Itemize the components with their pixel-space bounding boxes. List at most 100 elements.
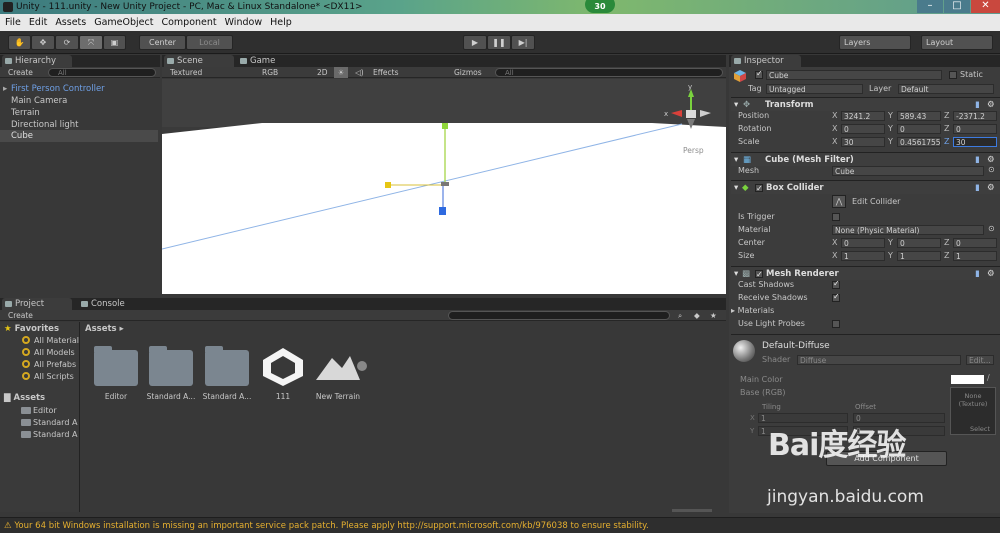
- hierarchy-search-input[interactable]: All: [48, 68, 156, 77]
- tree-folder[interactable]: Standard A: [14, 429, 77, 441]
- favorites-item[interactable]: All Models: [22, 347, 75, 359]
- settings-gear-icon[interactable]: ⚙: [987, 98, 995, 112]
- shading-mode-dropdown[interactable]: Textured: [170, 67, 202, 78]
- menu-help[interactable]: Help: [265, 14, 295, 31]
- close-button[interactable]: ✕: [971, 0, 1000, 13]
- persp-label[interactable]: Persp: [683, 146, 704, 155]
- settings-gear-icon[interactable]: ⚙: [987, 181, 995, 195]
- menu-file[interactable]: File: [0, 14, 24, 31]
- layer-dropdown[interactable]: Default: [898, 84, 994, 94]
- position-z-field[interactable]: -2371.2: [953, 111, 997, 121]
- eyedropper-icon[interactable]: ∕: [987, 373, 990, 382]
- filter-type-icon[interactable]: ⌕: [678, 310, 682, 321]
- scene-viewport[interactable]: y x Persp: [162, 79, 726, 294]
- favorites-item[interactable]: All Material: [22, 335, 79, 347]
- maximize-button[interactable]: □: [944, 0, 970, 13]
- hierarchy-item[interactable]: Main Camera: [0, 95, 158, 107]
- texture-select-button[interactable]: Select: [970, 425, 990, 433]
- favorites-header[interactable]: ★ Favorites: [4, 324, 59, 334]
- menu-edit[interactable]: Edit: [24, 14, 50, 31]
- effects-dropdown[interactable]: Effects: [373, 67, 399, 78]
- step-button[interactable]: ▶|: [511, 35, 535, 50]
- layout-dropdown[interactable]: Layout: [921, 35, 993, 50]
- center-z-field[interactable]: 0: [953, 238, 997, 248]
- tab-project[interactable]: Project: [2, 298, 72, 310]
- static-checkbox[interactable]: [949, 71, 957, 79]
- sun-lighting-icon[interactable]: ☀: [334, 67, 348, 78]
- scale-z-field[interactable]: 30: [953, 137, 997, 147]
- is-trigger-checkbox[interactable]: [832, 213, 840, 221]
- favorites-item[interactable]: All Scripts: [22, 371, 74, 383]
- size-z-field[interactable]: 1: [953, 251, 997, 261]
- mesh-renderer-enabled-checkbox[interactable]: [755, 268, 763, 282]
- unity-scene-icon[interactable]: [259, 346, 307, 388]
- fold-arrow-icon[interactable]: ▾: [734, 181, 738, 195]
- rotation-x-field[interactable]: 0: [841, 124, 885, 134]
- rotation-y-field[interactable]: 0: [897, 124, 941, 134]
- size-x-field[interactable]: 1: [841, 251, 885, 261]
- scale-x-field[interactable]: 30: [841, 137, 885, 147]
- object-picker-icon[interactable]: ⊙: [988, 165, 995, 174]
- rect-tool-button[interactable]: ▣: [103, 35, 126, 50]
- pivot-center-button[interactable]: Center: [139, 35, 186, 50]
- pause-button[interactable]: ❚❚: [487, 35, 511, 50]
- tab-hierarchy[interactable]: Hierarchy: [2, 55, 72, 67]
- tree-folder[interactable]: Editor: [14, 405, 57, 417]
- tag-dropdown[interactable]: Untagged: [766, 84, 863, 94]
- center-y-field[interactable]: 0: [897, 238, 941, 248]
- asset-folder-icon[interactable]: [94, 346, 138, 386]
- position-y-field[interactable]: 589.43: [897, 111, 941, 121]
- gizmos-dropdown[interactable]: Gizmos: [454, 67, 482, 78]
- main-color-swatch[interactable]: [951, 375, 984, 384]
- tab-inspector[interactable]: Inspector: [731, 55, 801, 67]
- hand-tool-button[interactable]: ✋: [8, 35, 31, 50]
- tab-game[interactable]: Game: [237, 55, 307, 67]
- position-x-field[interactable]: 3241.2: [841, 111, 885, 121]
- transform-header[interactable]: ▾ ✥ Transform ▮ ⚙: [731, 97, 1000, 111]
- zoom-slider[interactable]: [672, 509, 712, 512]
- help-icon[interactable]: ▮: [975, 98, 980, 112]
- play-button[interactable]: ▶: [463, 35, 487, 50]
- scale-tool-button[interactable]: ⤧: [79, 35, 103, 50]
- size-y-field[interactable]: 1: [897, 251, 941, 261]
- asset-folder-icon[interactable]: [149, 346, 193, 386]
- box-collider-enabled-checkbox[interactable]: [755, 182, 763, 196]
- layers-dropdown[interactable]: Layers: [839, 35, 911, 50]
- expand-arrow-icon[interactable]: ▸: [3, 83, 7, 95]
- terrain-asset-icon[interactable]: [316, 352, 368, 382]
- audio-toggle-icon[interactable]: ◁): [355, 67, 364, 78]
- active-checkbox[interactable]: [755, 69, 763, 79]
- favorite-star-icon[interactable]: ★: [710, 310, 717, 321]
- mesh-filter-header[interactable]: ▾ ▦ Cube (Mesh Filter) ▮ ⚙: [731, 152, 1000, 166]
- object-name-input[interactable]: Cube: [766, 70, 942, 80]
- light-probes-checkbox[interactable]: [832, 320, 840, 328]
- rotate-tool-button[interactable]: ⟳: [55, 35, 79, 50]
- edit-collider-button[interactable]: ⋀: [832, 195, 846, 208]
- menu-assets[interactable]: Assets: [50, 14, 89, 31]
- move-tool-button[interactable]: ✥: [31, 35, 55, 50]
- scene-search-input[interactable]: All: [495, 68, 723, 77]
- mesh-field[interactable]: Cube: [832, 166, 984, 176]
- help-icon[interactable]: ▮: [975, 181, 980, 195]
- menu-component[interactable]: Component: [156, 14, 219, 31]
- assets-root[interactable]: ▇ Assets: [4, 393, 45, 403]
- hierarchy-item[interactable]: Terrain: [0, 107, 158, 119]
- menu-window[interactable]: Window: [220, 14, 265, 31]
- status-bar[interactable]: ⚠ Your 64 bit Windows installation is mi…: [0, 517, 1000, 533]
- tab-scene[interactable]: Scene: [164, 55, 234, 67]
- settings-gear-icon[interactable]: ⚙: [987, 267, 995, 281]
- tree-folder[interactable]: Standard A: [14, 417, 77, 429]
- rotation-z-field[interactable]: 0: [953, 124, 997, 134]
- project-search-input[interactable]: [448, 311, 670, 320]
- object-picker-icon[interactable]: ⊙: [988, 224, 995, 233]
- filter-label-icon[interactable]: ◆: [694, 310, 700, 321]
- hierarchy-item-selected[interactable]: Cube: [0, 130, 158, 142]
- hierarchy-item[interactable]: ▸ First Person Controller: [0, 83, 158, 95]
- favorites-item[interactable]: All Prefabs: [22, 359, 76, 371]
- tab-console[interactable]: Console: [78, 298, 148, 310]
- box-collider-header[interactable]: ▾ ◆ Box Collider ▮ ⚙: [731, 180, 1000, 196]
- cast-shadows-checkbox[interactable]: [832, 279, 840, 289]
- asset-folder-icon[interactable]: [205, 346, 249, 386]
- shader-dropdown[interactable]: Diffuse: [797, 355, 961, 365]
- mesh-renderer-header[interactable]: ▾▩Mesh Renderer▮⚙: [731, 266, 1000, 282]
